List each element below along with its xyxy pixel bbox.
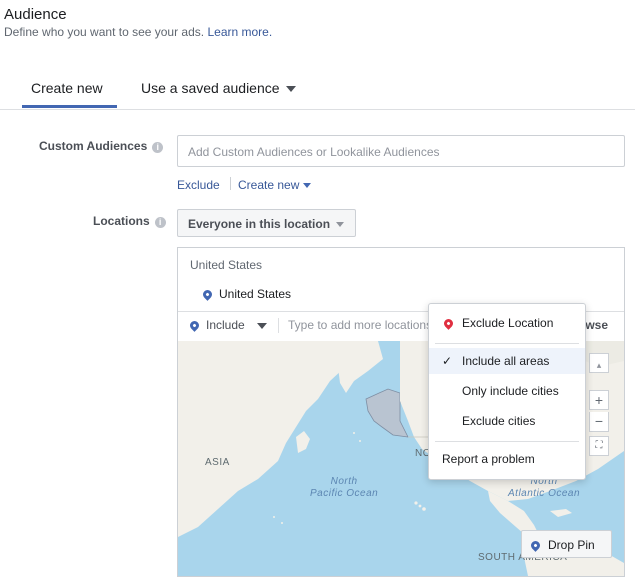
tab-create-new[interactable]: Create new (31, 80, 103, 96)
menu-item-exclude-cities[interactable]: Exclude cities (429, 408, 585, 434)
selected-location-name: United States (219, 287, 292, 301)
caret-down-icon (336, 222, 345, 228)
map-label-asia: ASIA (205, 457, 230, 468)
tab-use-saved-audience[interactable]: Use a saved audience (141, 80, 296, 96)
fullscreen-icon[interactable]: ⛶ (589, 436, 609, 456)
input-separator (278, 318, 279, 333)
zoom-in-button[interactable]: + (589, 390, 609, 410)
locations-label: Locations i (93, 214, 166, 228)
menu-separator (435, 343, 579, 344)
caret-down-icon (285, 86, 296, 93)
info-icon[interactable]: i (154, 217, 166, 228)
location-pin-icon (201, 288, 214, 302)
custom-audiences-label-text: Custom Audiences (39, 139, 148, 153)
map-label-north-pacific: North Pacific Ocean (310, 476, 379, 499)
location-search-input[interactable]: Type to add more locations (288, 318, 430, 332)
exclude-link[interactable]: Exclude (177, 178, 220, 192)
menu-item-label: Include all areas (462, 354, 550, 368)
menu-item-only-include-cities[interactable]: Only include cities (429, 378, 585, 404)
subtitle-text: Define who you want to see your ads. (4, 25, 205, 39)
location-pin-red-icon (442, 317, 455, 330)
menu-item-label: Report a problem (442, 452, 535, 466)
tabs-divider (0, 109, 635, 110)
custom-audiences-label: Custom Audiences i (39, 139, 164, 153)
drop-pin-button[interactable]: Drop Pin (521, 530, 612, 558)
section-title: Audience (4, 6, 67, 23)
create-new-label: Create new (238, 178, 300, 192)
selected-location[interactable]: United States (201, 287, 292, 302)
info-icon[interactable]: i (152, 142, 164, 153)
zoom-out-button[interactable]: − (589, 412, 609, 432)
location-group-label: United States (190, 258, 263, 272)
menu-item-exclude-location[interactable]: Exclude Location (429, 310, 585, 336)
section-subtitle: Define who you want to see your ads. Lea… (4, 25, 272, 39)
tab-label: Use a saved audience (141, 80, 280, 96)
location-options-menu: Exclude Location ✓ Include all areas Onl… (428, 303, 586, 480)
menu-item-include-all-areas[interactable]: ✓ Include all areas (429, 348, 585, 374)
locations-label-text: Locations (93, 214, 150, 228)
custom-audiences-input[interactable]: Add Custom Audiences or Lookalike Audien… (177, 135, 625, 167)
location-audience-selector[interactable]: Everyone in this location (177, 209, 356, 237)
checkmark-icon: ✓ (442, 354, 453, 368)
location-pin-icon (188, 319, 201, 333)
location-pin-icon (529, 539, 542, 553)
drop-pin-label: Drop Pin (548, 538, 595, 552)
link-separator (230, 177, 231, 190)
menu-item-report-problem[interactable]: Report a problem (429, 446, 585, 472)
menu-item-label: Exclude Location (462, 316, 554, 330)
create-new-link[interactable]: Create new (238, 178, 312, 192)
caret-down-icon (256, 322, 267, 329)
include-exclude-selector[interactable]: Include (188, 318, 267, 333)
map-expand-toggle[interactable]: ▴ (589, 353, 609, 373)
location-selector-value: Everyone in this location (188, 217, 331, 231)
caret-down-icon (303, 183, 312, 189)
include-label: Include (206, 318, 245, 332)
menu-item-label: Exclude cities (462, 414, 536, 428)
active-tab-indicator (22, 105, 117, 108)
menu-item-label: Only include cities (462, 384, 559, 398)
learn-more-link[interactable]: Learn more. (207, 25, 272, 39)
menu-separator (435, 441, 579, 442)
